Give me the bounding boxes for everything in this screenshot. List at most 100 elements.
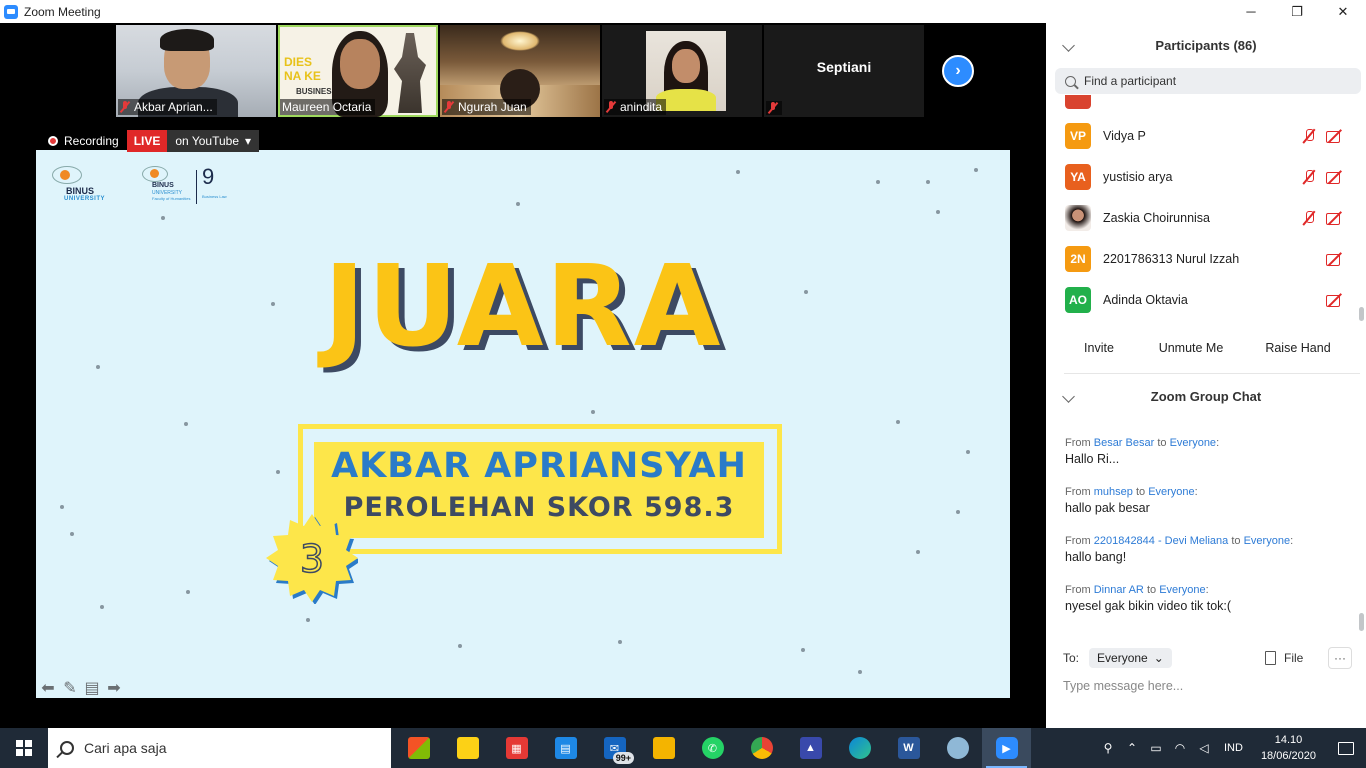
background-speckle (591, 410, 595, 414)
minimize-button[interactable]: ─ (1228, 0, 1274, 23)
search-icon (60, 741, 74, 755)
background-speckle (184, 422, 188, 426)
background-speckle (458, 644, 462, 648)
pen-icon[interactable]: ✎ (62, 680, 78, 697)
people-icon[interactable]: ⚲ (1096, 728, 1120, 768)
window-title: Zoom Meeting (24, 4, 101, 19)
rank-number: 3 (300, 537, 324, 581)
search-icon (1065, 75, 1076, 87)
app-icon[interactable]: ▲ (786, 728, 835, 768)
sticky-notes-app-icon[interactable] (443, 728, 492, 768)
language-indicator[interactable]: IND (1216, 742, 1251, 754)
participant-row[interactable]: VP Vidya P (1046, 115, 1356, 156)
next-slide-icon[interactable]: ➡ (106, 680, 122, 697)
participant-video-tile[interactable]: anindita (602, 25, 762, 117)
side-panel: Participants (86) VP Vidya P YA yustisio… (1046, 23, 1366, 728)
background-speckle (926, 180, 930, 184)
participant-video-tile[interactable]: Akbar Aprian... (116, 25, 276, 117)
wifi-icon[interactable]: ◠ (1168, 728, 1192, 768)
participant-row[interactable]: AO Adinda Oktavia (1046, 279, 1356, 317)
whatsapp-icon[interactable]: ✆ (688, 728, 737, 768)
paint-icon[interactable] (933, 728, 982, 768)
taskbar-search-input[interactable] (84, 740, 364, 756)
file-button[interactable]: File (1265, 651, 1303, 665)
participants-scrollbar[interactable] (1359, 307, 1364, 321)
background-speckle (618, 640, 622, 644)
zoom-taskbar-icon[interactable]: ▶ (982, 728, 1031, 768)
participant-video-tile[interactable]: Ngurah Juan (440, 25, 600, 117)
banner-subtext: BUSINESS (296, 87, 337, 96)
recording-icon (48, 136, 58, 146)
background-speckle (276, 470, 280, 474)
battery-icon[interactable]: ▭ (1144, 728, 1168, 768)
chevron-up-icon[interactable]: ⌃ (1120, 728, 1144, 768)
background-speckle (161, 216, 165, 220)
video-off-icon (1326, 293, 1344, 307)
raise-hand-button[interactable]: Raise Hand (1230, 335, 1366, 361)
participant-row[interactable]: 2N 2201786313 Nurul Izzah (1046, 238, 1356, 279)
background-speckle (271, 302, 275, 306)
participant-row-partial[interactable] (1046, 95, 1356, 116)
video-area: Akbar Aprian... DIES NA KE BUSINESS Maur… (0, 23, 1046, 728)
mic-muted-icon[interactable] (1302, 128, 1316, 144)
live-stream-menu[interactable]: on YouTube ▾ (167, 130, 260, 152)
background-speckle (974, 168, 978, 172)
start-button[interactable] (0, 728, 48, 768)
edge-icon[interactable] (835, 728, 884, 768)
participant-row[interactable]: Zaskia Choirunnisa (1046, 197, 1356, 238)
news-app-icon[interactable]: ▤ (541, 728, 590, 768)
file-explorer-icon[interactable] (639, 728, 688, 768)
file-icon (1265, 651, 1276, 665)
mic-muted-icon[interactable] (1302, 210, 1316, 226)
muted-mic-icon (444, 101, 454, 113)
background-speckle (516, 202, 520, 206)
recipient-select[interactable]: Everyone ⌄ (1089, 648, 1172, 668)
participant-name: Adinda Oktavia (1103, 292, 1188, 307)
chat-message-list: From Besar Besar to Everyone: Hallo Ri..… (1046, 415, 1356, 631)
menu-icon[interactable]: ▤ (84, 680, 100, 697)
mail-app-icon[interactable]: ✉ 99+ (590, 728, 639, 768)
screen-share-view: BINUS UNIVERSITY BINUS UNIVERSITY Facult… (36, 119, 1010, 699)
participant-avatar: 2N (1065, 245, 1091, 272)
collapse-chevron-icon[interactable] (1062, 38, 1075, 52)
tile-name-label: Maureen Octaria (280, 99, 376, 115)
tile-name-label (766, 101, 782, 115)
word-icon[interactable]: W (884, 728, 933, 768)
chat-message-input[interactable] (1063, 675, 1353, 697)
taskbar-search[interactable] (48, 728, 391, 768)
prev-slide-icon[interactable]: ⬅ (40, 680, 56, 697)
volume-icon[interactable]: ◁ (1192, 728, 1216, 768)
video-off-icon (1326, 129, 1344, 143)
chat-header: Zoom Group Chat (1046, 379, 1366, 413)
participants-header: Participants (86) (1046, 23, 1366, 67)
divider (1064, 373, 1360, 374)
next-page-arrow-icon[interactable]: › (942, 55, 974, 87)
chrome-icon[interactable] (737, 728, 786, 768)
slide-heading: JUARA (323, 242, 723, 372)
chat-message: From muhsep to Everyone: hallo pak besar (1065, 486, 1198, 515)
live-badge: LIVE (126, 130, 168, 152)
chat-scrollbar[interactable] (1359, 613, 1364, 631)
gift-app-icon[interactable]: ▦ (492, 728, 541, 768)
collapse-chevron-icon[interactable] (1062, 389, 1075, 403)
clock[interactable]: 14.10 18/06/2020 (1251, 732, 1326, 764)
mic-muted-icon[interactable] (1302, 169, 1316, 185)
participant-row[interactable]: YA yustisio arya (1046, 156, 1356, 197)
unmute-me-button[interactable]: Unmute Me (1152, 335, 1230, 361)
participant-search[interactable] (1055, 68, 1361, 94)
winner-score: PEROLEHAN SKOR 598.3 (343, 492, 735, 523)
restore-button[interactable]: ❐ (1274, 0, 1320, 23)
invite-button[interactable]: Invite (1046, 335, 1152, 361)
background-speckle (804, 290, 808, 294)
participant-search-input[interactable] (1084, 74, 1344, 88)
close-button[interactable]: ✕ (1320, 0, 1366, 23)
participant-video-tile-active-speaker[interactable]: DIES NA KE BUSINESS Maureen Octaria (278, 25, 438, 117)
notification-icon[interactable] (1326, 741, 1366, 755)
mail-badge: 99+ (612, 752, 634, 764)
background-speckle (936, 210, 940, 214)
background-speckle (858, 670, 862, 674)
participant-name: 2201786313 Nurul Izzah (1103, 251, 1240, 266)
more-options-button[interactable]: ··· (1328, 647, 1352, 669)
participant-video-tile[interactable]: Septiani (764, 25, 924, 117)
store-app-icon[interactable] (394, 728, 443, 768)
